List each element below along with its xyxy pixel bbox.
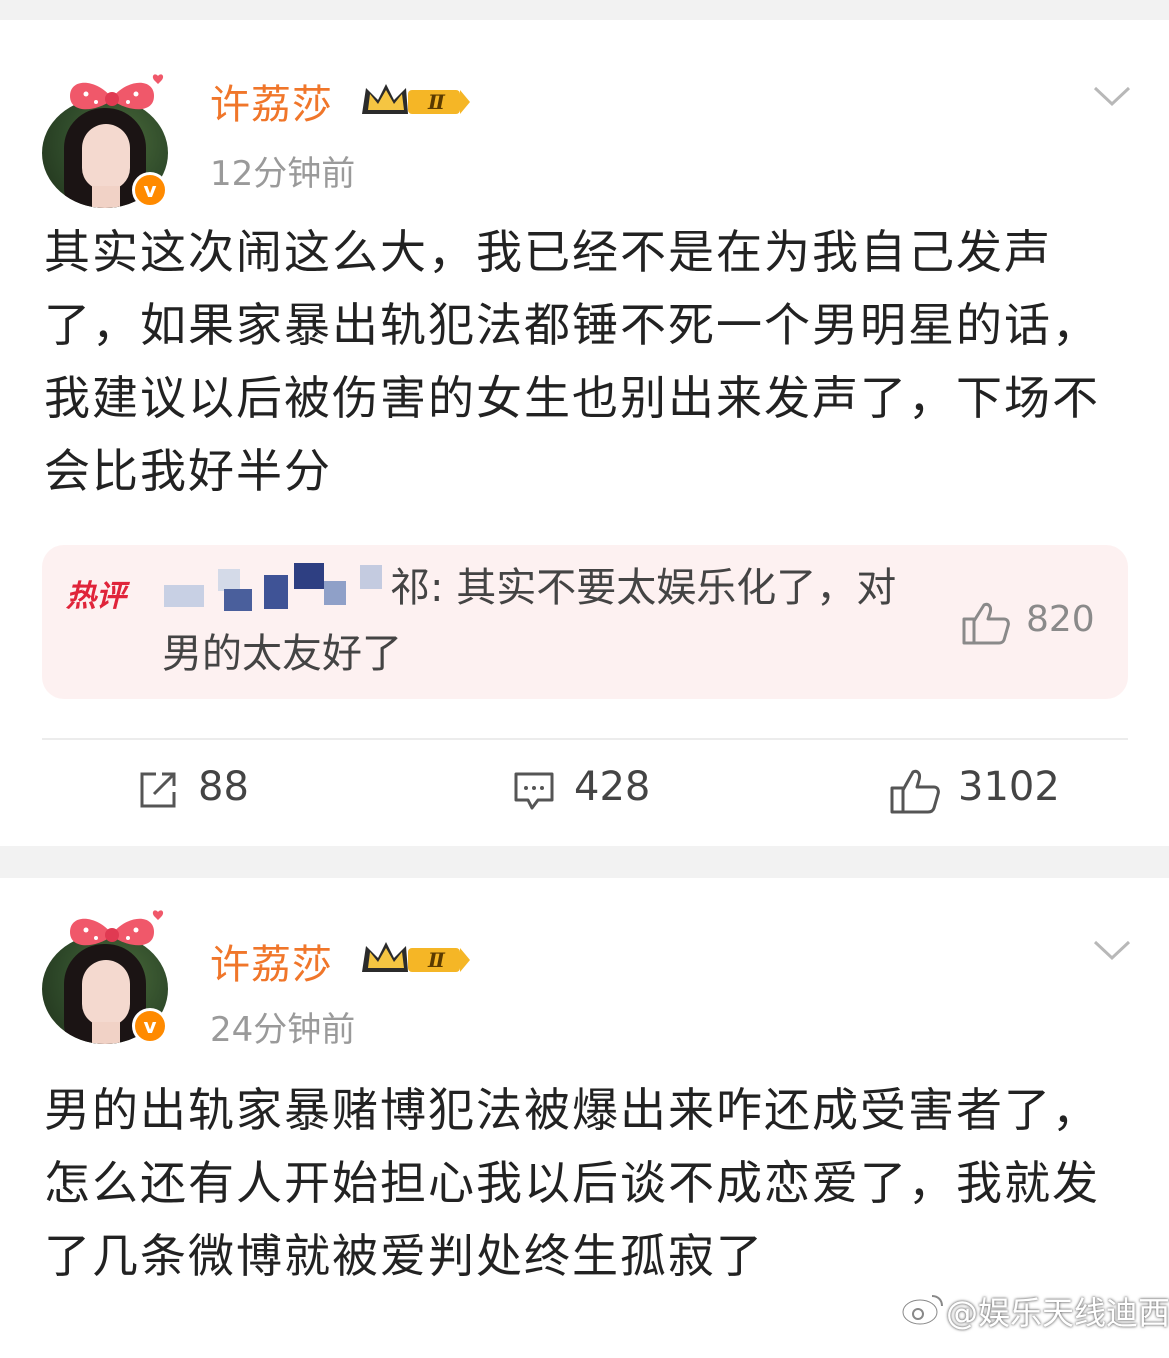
chevron-down-icon[interactable] <box>1092 82 1132 110</box>
weibo-post-card: v 许荔莎 Ⅱ 12分钟前 其实这次闹这么大，我已经不是在为我自己发声了，如果家… <box>0 20 1169 846</box>
bow-decoration-icon <box>70 74 164 110</box>
bow-decoration-icon <box>70 910 164 946</box>
share-edit-icon <box>140 772 176 808</box>
hot-comment-body: : 其实不要太娱乐化了，对男的太友好了 <box>162 565 897 677</box>
hot-comment-tag: 热评 <box>66 579 126 614</box>
verified-badge-icon: v <box>132 172 168 208</box>
post-text: 其实这次闹这么大，我已经不是在为我自己发声了，如果家暴出轨犯法都锤不死一个男明星… <box>44 225 1100 498</box>
hot-comment-author-suffix: 祁 <box>390 565 430 611</box>
watermark: @娱乐天线迪西 <box>946 1294 1169 1332</box>
divider <box>42 738 1128 740</box>
repost-count: 88 <box>198 764 249 810</box>
thumbs-up-icon <box>962 602 1010 645</box>
post-time: 24分钟前 <box>210 1010 356 1050</box>
weibo-logo-icon <box>901 1295 943 1326</box>
chevron-down-icon[interactable] <box>1092 936 1132 964</box>
user-avatar[interactable]: v <box>42 72 170 210</box>
comment-count: 428 <box>574 764 651 810</box>
user-name[interactable]: 许荔莎 <box>210 932 333 990</box>
vip-level-label: Ⅱ <box>427 948 446 972</box>
user-avatar[interactable]: v <box>42 908 170 1046</box>
hot-comment-text: 祁: 其实不要太娱乐化了，对男的太友好了 <box>162 555 922 687</box>
weibo-post-card: v 许荔莎 Ⅱ 24分钟前 男的出轨家暴赌博犯法被爆出来咋还成受害者了，怎么还有… <box>0 878 1169 1358</box>
post-text: 男的出轨家暴赌博犯法被爆出来咋还成受害者了，怎么还有人开始担心我以后谈不成恋爱了… <box>44 1083 1100 1283</box>
like-count: 3102 <box>958 764 1060 810</box>
hot-comment-like-button[interactable]: 820 <box>962 597 1112 647</box>
comment-icon <box>514 772 554 810</box>
comment-button[interactable]: 428 <box>512 764 692 820</box>
repost-button[interactable]: 88 <box>136 764 296 820</box>
hot-comment-like-count: 820 <box>1026 599 1095 640</box>
vip-crown-badge-icon: Ⅱ <box>362 84 470 114</box>
thumbs-up-icon <box>890 769 940 814</box>
post-time: 12分钟前 <box>210 154 356 194</box>
vip-level-label: Ⅱ <box>427 90 446 114</box>
user-name[interactable]: 许荔莎 <box>210 72 333 130</box>
hot-comment-box[interactable]: 热评 祁: 其实不要太娱乐化了，对男的太友好了 820 <box>42 545 1128 699</box>
verified-badge-icon: v <box>132 1008 168 1044</box>
vip-crown-badge-icon: Ⅱ <box>362 942 470 972</box>
like-button[interactable]: 3102 <box>890 764 1090 820</box>
